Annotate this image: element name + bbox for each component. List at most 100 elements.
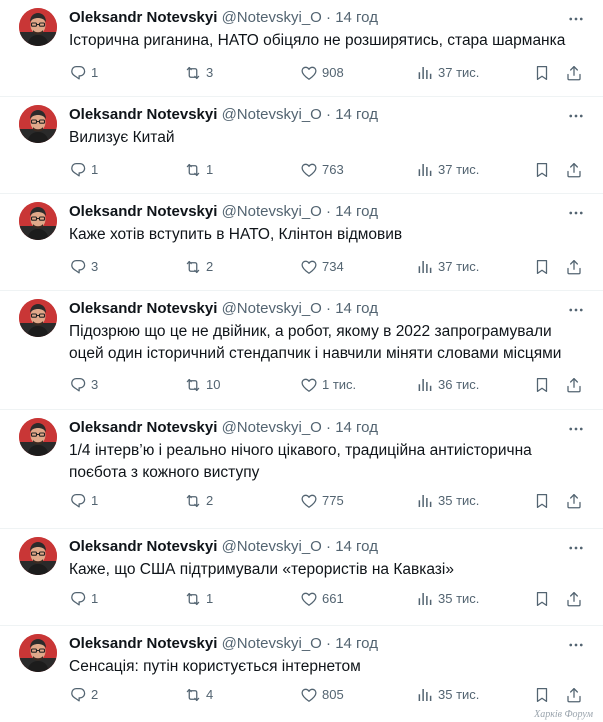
reply-button[interactable]: 1 <box>69 590 98 608</box>
tweet-time[interactable]: 14 год <box>335 9 378 26</box>
like-button[interactable]: 763 <box>300 161 344 179</box>
reply-count: 1 <box>91 591 99 606</box>
reply-count: 3 <box>91 259 99 274</box>
author-name[interactable]: Oleksandr Notevskyi <box>69 106 217 123</box>
author-name[interactable]: Oleksandr Notevskyi <box>69 300 217 317</box>
retweet-count: 2 <box>206 259 214 274</box>
avatar[interactable] <box>19 418 57 456</box>
author-name[interactable]: Oleksandr Notevskyi <box>69 203 217 220</box>
tweet-time[interactable]: 14 год <box>335 538 378 555</box>
tweet[interactable]: Oleksandr Notevskyi @Notevskyi_O · 14 го… <box>0 291 603 410</box>
like-button[interactable]: 734 <box>300 258 344 276</box>
avatar[interactable] <box>19 634 57 672</box>
author-handle[interactable]: @Notevskyi_O <box>222 419 322 436</box>
avatar[interactable] <box>19 537 57 575</box>
author-name[interactable]: Oleksandr Notevskyi <box>69 635 217 652</box>
bookmark-button[interactable] <box>533 376 551 394</box>
retweet-button[interactable]: 1 <box>184 161 213 179</box>
like-button[interactable]: 775 <box>300 492 344 510</box>
more-icon[interactable] <box>567 301 585 324</box>
author-handle[interactable]: @Notevskyi_O <box>222 106 322 123</box>
reply-button[interactable]: 3 <box>69 376 98 394</box>
author-handle[interactable]: @Notevskyi_O <box>222 538 322 555</box>
reply-button[interactable]: 3 <box>69 258 98 276</box>
like-icon <box>301 494 317 508</box>
author-name[interactable]: Oleksandr Notevskyi <box>69 419 217 436</box>
bookmark-button[interactable] <box>533 590 551 608</box>
retweet-icon <box>186 494 200 508</box>
retweet-button[interactable]: 1 <box>184 590 213 608</box>
bookmark-button[interactable] <box>533 161 551 179</box>
retweet-button[interactable]: 2 <box>184 258 213 276</box>
like-button[interactable]: 805 <box>300 686 344 704</box>
bookmark-button[interactable] <box>533 686 551 704</box>
avatar[interactable] <box>19 202 57 240</box>
author-handle[interactable]: @Notevskyi_O <box>222 635 322 652</box>
share-button[interactable] <box>565 492 583 510</box>
views-count: 35 тис. <box>438 591 480 606</box>
like-button[interactable]: 1 тис. <box>300 376 356 394</box>
avatar[interactable] <box>19 299 57 337</box>
retweet-button[interactable]: 3 <box>184 64 213 82</box>
share-button[interactable] <box>565 258 583 276</box>
views-button[interactable]: 37 тис. <box>416 161 479 179</box>
author-name[interactable]: Oleksandr Notevskyi <box>69 9 217 26</box>
share-button[interactable] <box>565 64 583 82</box>
tweet[interactable]: Oleksandr Notevskyi @Notevskyi_O · 14 го… <box>0 529 603 626</box>
views-button[interactable]: 35 тис. <box>416 686 479 704</box>
like-count: 775 <box>322 493 344 508</box>
tweet-time[interactable]: 14 год <box>335 300 378 317</box>
separator: · <box>326 635 332 652</box>
retweet-button[interactable]: 2 <box>184 492 213 510</box>
tweet[interactable]: Oleksandr Notevskyi @Notevskyi_O · 14 го… <box>0 626 603 722</box>
bookmark-button[interactable] <box>533 492 551 510</box>
tweet-header: Oleksandr Notevskyi @Notevskyi_O · 14 го… <box>69 634 587 654</box>
tweet-actions: 1 2 775 35 тис. <box>69 492 585 512</box>
share-button[interactable] <box>565 376 583 394</box>
reply-button[interactable]: 1 <box>69 64 98 82</box>
views-button[interactable]: 35 тис. <box>416 492 479 510</box>
retweet-icon <box>186 163 200 177</box>
tweet[interactable]: Oleksandr Notevskyi @Notevskyi_O · 14 го… <box>0 0 603 97</box>
bookmark-button[interactable] <box>533 258 551 276</box>
author-name[interactable]: Oleksandr Notevskyi <box>69 538 217 555</box>
more-icon[interactable] <box>567 420 585 443</box>
views-button[interactable]: 37 тис. <box>416 258 479 276</box>
tweet[interactable]: Oleksandr Notevskyi @Notevskyi_O · 14 го… <box>0 97 603 194</box>
avatar[interactable] <box>19 8 57 46</box>
tweet-time[interactable]: 14 год <box>335 635 378 652</box>
separator: · <box>326 106 332 123</box>
bookmark-button[interactable] <box>533 64 551 82</box>
tweet-time[interactable]: 14 год <box>335 106 378 123</box>
more-icon[interactable] <box>567 107 585 130</box>
reply-button[interactable]: 1 <box>69 161 98 179</box>
views-button[interactable]: 36 тис. <box>416 376 479 394</box>
share-button[interactable] <box>565 686 583 704</box>
views-button[interactable]: 35 тис. <box>416 590 479 608</box>
avatar[interactable] <box>19 105 57 143</box>
tweet-time[interactable]: 14 год <box>335 203 378 220</box>
more-icon[interactable] <box>567 10 585 33</box>
share-button[interactable] <box>565 161 583 179</box>
reply-icon <box>71 377 86 392</box>
retweet-button[interactable]: 10 <box>184 376 220 394</box>
bookmark-icon <box>536 259 548 275</box>
views-icon <box>418 261 432 273</box>
like-button[interactable]: 908 <box>300 64 344 82</box>
more-icon[interactable] <box>567 636 585 659</box>
author-handle[interactable]: @Notevskyi_O <box>222 9 322 26</box>
tweet-time[interactable]: 14 год <box>335 419 378 436</box>
like-button[interactable]: 661 <box>300 590 344 608</box>
retweet-button[interactable]: 4 <box>184 686 213 704</box>
reply-button[interactable]: 2 <box>69 686 98 704</box>
more-icon[interactable] <box>567 204 585 227</box>
more-icon[interactable] <box>567 539 585 562</box>
tweet[interactable]: Oleksandr Notevskyi @Notevskyi_O · 14 го… <box>0 194 603 291</box>
author-handle[interactable]: @Notevskyi_O <box>222 203 322 220</box>
author-handle[interactable]: @Notevskyi_O <box>222 300 322 317</box>
reply-button[interactable]: 1 <box>69 492 98 510</box>
retweet-count: 2 <box>206 493 214 508</box>
tweet[interactable]: Oleksandr Notevskyi @Notevskyi_O · 14 го… <box>0 410 603 529</box>
share-button[interactable] <box>565 590 583 608</box>
views-button[interactable]: 37 тис. <box>416 64 479 82</box>
